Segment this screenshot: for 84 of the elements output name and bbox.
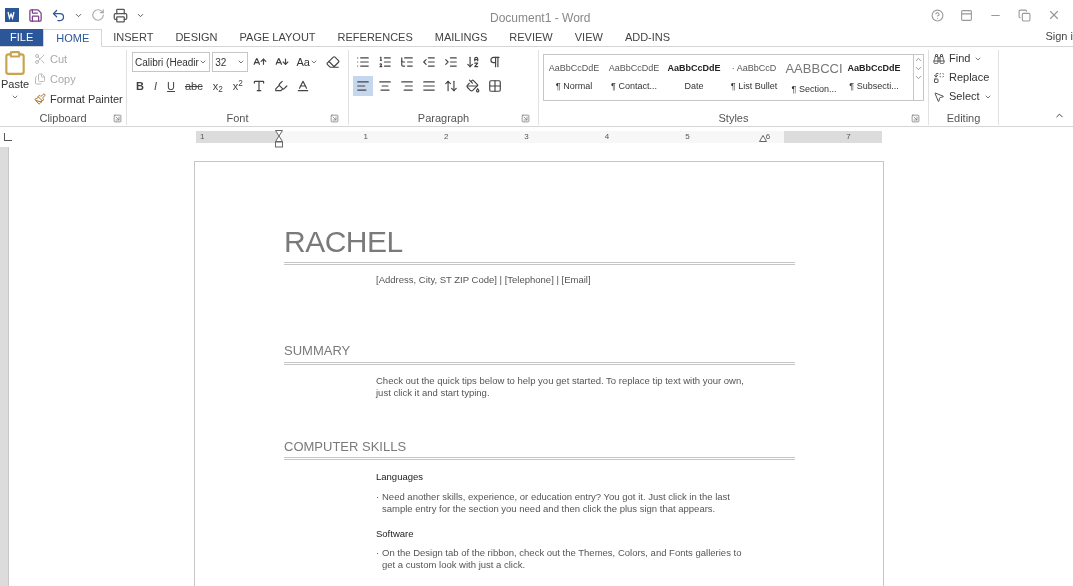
format-button[interactable]: x$^{2}$: [228, 76, 247, 96]
format-button[interactable]: abc: [180, 76, 207, 96]
ribbon-tab[interactable]: MAILINGS: [423, 29, 499, 46]
clipboard-icon: [2, 50, 28, 76]
bullet-marker: ·: [376, 490, 381, 504]
ruler-number: 6: [765, 131, 771, 143]
dialog-launcher-icon[interactable]: [113, 114, 122, 123]
replace-icon: [933, 71, 945, 84]
ruler-number: 4: [604, 131, 610, 143]
style-item[interactable]: AaBbCcDdE Date: [664, 55, 724, 100]
style-item[interactable]: AABBCCI ¶ Section...: [784, 55, 844, 100]
file-tab[interactable]: FILE: [0, 29, 44, 46]
style-item[interactable]: AaBbCcDdE ¶ Normal: [544, 55, 604, 100]
scissors-icon: [34, 53, 46, 65]
caret-icon: [236, 58, 245, 66]
format-button[interactable]: I: [149, 76, 161, 96]
ribbon-tab[interactable]: INSERT: [102, 29, 165, 46]
style-item[interactable]: AaBbCcDdE ¶ Contact...: [604, 55, 664, 100]
dialog-launcher-icon[interactable]: [911, 114, 920, 123]
bullet-text: Need another skills, experience, or education entry? You got it. Just click in the last sample entry for the section you need and then click the plus sign that appears.: [382, 490, 731, 515]
right-indent-marker-icon[interactable]: [759, 135, 767, 142]
font-size-dropdown[interactable]: 32: [212, 52, 248, 72]
ruler-number: 3: [524, 131, 529, 143]
ribbon-tab[interactable]: HOME: [43, 29, 103, 47]
tab-selector-icon[interactable]: [4, 133, 12, 141]
ribbon-tab[interactable]: VIEW: [563, 29, 614, 46]
ribbon-tab[interactable]: DESIGN: [164, 29, 229, 46]
paintbrush-icon: [34, 93, 46, 105]
format-button[interactable]: B: [132, 76, 148, 96]
format-button[interactable]: x$_{2}$: [208, 76, 227, 96]
ruler-number: 1: [363, 131, 368, 143]
editing-button[interactable]: Find: [933, 50, 994, 67]
subsection-heading: Software: [376, 526, 415, 541]
ribbon-options-icon[interactable]: [960, 8, 973, 22]
style-item[interactable]: · AaBbCcD ¶ List Bullet: [724, 55, 784, 100]
dialog-launcher-icon[interactable]: [521, 114, 530, 123]
scroll-down-icon[interactable]: [914, 64, 923, 73]
contact-line: [Address, City, ST ZIP Code] | [Telephone] | [Email]: [376, 273, 592, 287]
sign-in-link[interactable]: Sign i: [1045, 27, 1073, 46]
ribbon-tab[interactable]: PAGE LAYOUT: [228, 29, 327, 46]
clipboard-button[interactable]: Format Painter: [34, 90, 123, 108]
caret-icon: [199, 58, 208, 66]
printer-icon[interactable]: [113, 7, 128, 23]
undo-icon[interactable]: [51, 7, 66, 23]
window-title: Document1 - Word: [490, 10, 591, 27]
group-label: Clipboard: [39, 110, 87, 126]
word-logo-icon: [4, 7, 20, 23]
font-name-dropdown[interactable]: Calibri (Headir: [132, 52, 211, 72]
ruler-number: 1: [200, 131, 205, 143]
close-icon[interactable]: [1047, 8, 1061, 22]
group-label: Paragraph: [417, 110, 470, 126]
group-label: Font: [226, 110, 249, 126]
ruler-number: 5: [685, 131, 690, 143]
bullet-marker: ·: [376, 546, 381, 560]
bullet-text: On the Design tab of the ribbon, check out the Themes, Colors, and Fonts galleries to get a custom look with just a click.: [382, 546, 743, 571]
change-case-button[interactable]: Aa: [293, 53, 321, 71]
ribbon-tab[interactable]: ADD-INS: [613, 29, 682, 46]
save-icon[interactable]: [28, 7, 43, 23]
dialog-launcher-icon[interactable]: [330, 114, 339, 123]
indent-marker-icon[interactable]: [275, 130, 283, 148]
group-label: Editing: [946, 110, 981, 126]
ribbon-tab[interactable]: REFERENCES: [326, 29, 424, 46]
binoculars-icon: [933, 52, 945, 65]
editing-button[interactable]: Select: [933, 88, 994, 105]
ribbon-tab[interactable]: REVIEW: [498, 29, 564, 46]
pointer-icon: [933, 90, 945, 103]
body-text: Check out the quick tips below to help you get started. To replace tip text with your own, just click it and start typing.: [376, 374, 745, 399]
section-heading: SUMMARY: [284, 342, 352, 361]
style-item[interactable]: AaBbCcDdE ¶ Subsecti...: [844, 55, 904, 100]
caret-icon: [310, 58, 318, 66]
restore-icon[interactable]: [1018, 8, 1031, 22]
section-heading: COMPUTER SKILLS: [284, 437, 408, 456]
help-icon[interactable]: [931, 8, 944, 22]
ruler-number: 7: [846, 131, 851, 143]
editing-button[interactable]: Replace: [933, 69, 994, 86]
more-styles-icon[interactable]: [914, 73, 923, 82]
resume-name: RACHEL: [284, 224, 404, 260]
ruler-number: 2: [443, 131, 449, 143]
copy-icon: [34, 73, 46, 85]
subsection-heading: Languages: [376, 470, 425, 485]
format-button[interactable]: U: [163, 76, 179, 96]
paste-button[interactable]: Paste: [0, 50, 30, 108]
align-left-icon[interactable]: [353, 76, 373, 96]
group-label: Styles: [718, 110, 749, 126]
